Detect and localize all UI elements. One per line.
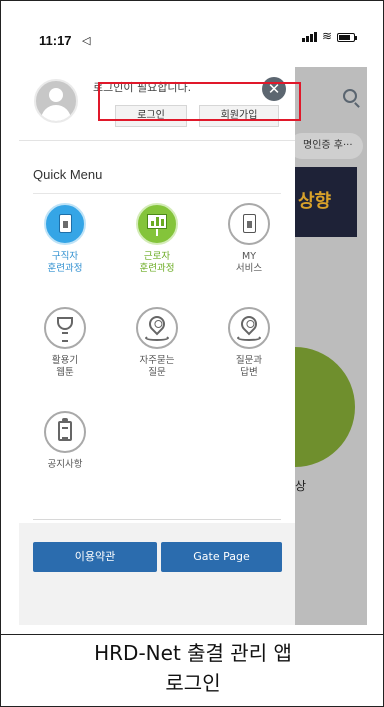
- signal-icon: [301, 31, 317, 42]
- my-service-doc-icon: [228, 203, 270, 245]
- menu-item-webtoon[interactable]: 활용기 웹툰: [19, 307, 111, 379]
- worker-presentation-icon: [136, 203, 178, 245]
- menu-item-label: 근로자 훈련과정: [139, 251, 175, 274]
- location-arrow-icon: ◁: [82, 34, 91, 47]
- location-pin-icon: [228, 307, 270, 349]
- menu-item-label: 공지사항: [47, 459, 83, 470]
- drawer-footer: 이용약관 Gate Page: [19, 523, 295, 625]
- gate-page-button[interactable]: Gate Page: [161, 542, 282, 572]
- job-seeker-doc-icon: [44, 203, 86, 245]
- trophy-icon: [44, 307, 86, 349]
- drawer-header: 로그인이 필요합니다. ✕ 로그인 회원가입: [19, 67, 301, 141]
- background-text: 상: [295, 479, 307, 493]
- wifi-icon: ≋: [321, 29, 332, 43]
- location-pin-icon: [136, 307, 178, 349]
- highlight-box: [98, 82, 301, 121]
- menu-item-worker-training[interactable]: 근로자 훈련과정: [111, 203, 203, 275]
- menu-item-faq[interactable]: 자주묻는 질문: [111, 307, 203, 379]
- status-icons: ≋: [301, 29, 357, 43]
- caption-divider: [1, 634, 384, 635]
- side-drawer: 로그인이 필요합니다. ✕ 로그인 회원가입 Quick Menu 구직자 훈련…: [19, 67, 301, 625]
- menu-item-qna[interactable]: 질문과 답변: [203, 307, 295, 379]
- divider: [33, 193, 281, 194]
- menu-item-my-service[interactable]: MY 서비스: [203, 203, 295, 275]
- menu-item-job-seeker-training[interactable]: 구직자 훈련과정: [19, 203, 111, 275]
- avatar: [34, 79, 78, 123]
- terms-button[interactable]: 이용약관: [33, 542, 157, 572]
- menu-item-label: 구직자 훈련과정: [47, 251, 83, 274]
- clipboard-icon: [44, 411, 86, 453]
- caption-line-1: HRD-Net 출결 관리 앱: [94, 641, 292, 665]
- menu-item-label: 활용기 웹툰: [51, 355, 79, 378]
- status-time: 11:17: [39, 33, 72, 48]
- menu-item-label: 자주묻는 질문: [139, 355, 175, 378]
- menu-item-label: MY 서비스: [235, 251, 263, 274]
- background-chip: 명인증 후···: [289, 133, 363, 159]
- battery-icon: [337, 33, 357, 42]
- search-icon: [343, 89, 357, 103]
- menu-item-notice[interactable]: 공지사항: [19, 411, 111, 471]
- caption-line-2: 로그인: [165, 671, 221, 695]
- quick-menu-title: Quick Menu: [33, 167, 103, 182]
- phone-screen: 11:17 ◁ ≋ 명인증 후··· 상향 상 로그인이 필요합니다. ✕ 로그: [19, 13, 367, 625]
- background-banner: 상향: [295, 167, 357, 237]
- divider: [33, 519, 281, 520]
- figure-caption: HRD-Net 출결 관리 앱 로그인: [1, 638, 384, 698]
- menu-item-label: 질문과 답변: [235, 355, 263, 378]
- status-bar: 11:17 ◁ ≋: [19, 13, 367, 67]
- figure-frame: 11:17 ◁ ≋ 명인증 후··· 상향 상 로그인이 필요합니다. ✕ 로그: [0, 0, 384, 707]
- background-app-dimmed: 명인증 후··· 상향 상: [235, 67, 367, 625]
